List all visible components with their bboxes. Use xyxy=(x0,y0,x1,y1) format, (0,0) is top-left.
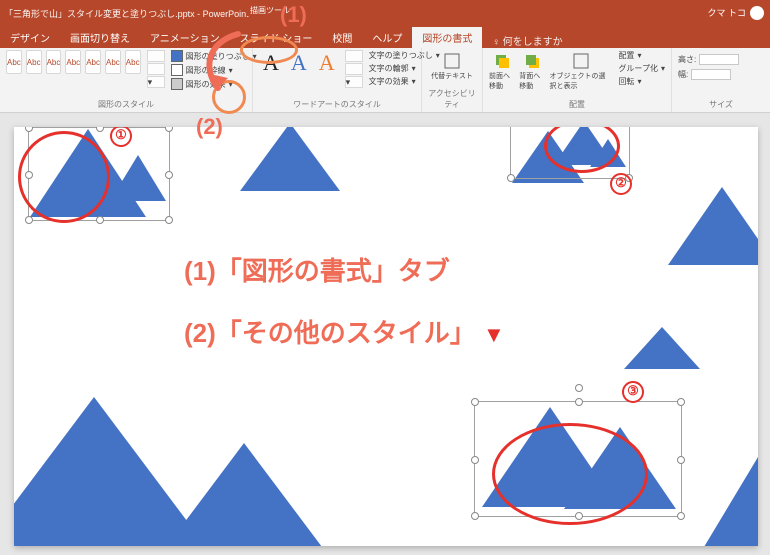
avatar[interactable] xyxy=(750,6,764,20)
rotate-button[interactable]: 回転 ▾ xyxy=(618,76,665,87)
shape-triangle[interactable] xyxy=(668,187,758,265)
ribbon-tabs: デザイン 画面切り替え アニメーション スライド ショー 校閲 ヘルプ 図形の書… xyxy=(0,26,770,48)
group-accessibility: 代替テキスト アクセシビリティ xyxy=(422,48,483,112)
bring-forward-button[interactable]: 前面へ移動 xyxy=(489,50,515,91)
selection-pane-button[interactable]: オブジェクトの選択と表示 xyxy=(549,50,612,91)
width-label: 幅: xyxy=(678,69,688,80)
select-label: オブジェクトの選択と表示 xyxy=(549,71,612,91)
tab-transitions[interactable]: 画面切り替え xyxy=(60,27,140,48)
shape-style-thumb[interactable]: Abc xyxy=(65,50,81,74)
shape-triangle[interactable] xyxy=(240,127,340,191)
group-size: 高さ: 幅: サイズ xyxy=(672,48,770,112)
shape-triangle[interactable] xyxy=(154,443,334,546)
alt-text-label: 代替テキスト xyxy=(431,71,473,81)
tell-me-search[interactable]: ♀ 何をしますか xyxy=(492,33,562,48)
shape-style-thumb[interactable]: Abc xyxy=(46,50,62,74)
group-button[interactable]: グループ化 ▾ xyxy=(618,63,665,74)
height-label: 高さ: xyxy=(678,54,696,65)
selection-box xyxy=(474,401,682,517)
gallery-more-button[interactable]: ▾ xyxy=(345,76,363,88)
shape-style-thumb[interactable]: Abc xyxy=(6,50,22,74)
arrange-list: 配置 ▾ グループ化 ▾ 回転 ▾ xyxy=(618,50,665,87)
rotate-label: 回転 xyxy=(618,76,634,87)
gallery-scroll-down[interactable] xyxy=(147,63,165,75)
ribbon: Abc Abc Abc Abc Abc Abc Abc ▾ 図形の塗りつぶし ▾… xyxy=(0,48,770,113)
front-label: 前面へ移動 xyxy=(489,71,515,91)
shape-style-thumb[interactable]: Abc xyxy=(125,50,141,74)
alt-text-icon xyxy=(443,52,461,70)
back-icon xyxy=(523,52,541,70)
shape-style-thumb[interactable]: Abc xyxy=(85,50,101,74)
width-row: 幅: xyxy=(678,69,731,80)
send-backward-button[interactable]: 背面へ移動 xyxy=(519,50,545,91)
select-icon xyxy=(572,52,590,70)
front-icon xyxy=(493,52,511,70)
gallery-scroll-up[interactable] xyxy=(147,50,165,62)
tab-shape-format[interactable]: 図形の書式 xyxy=(412,27,482,48)
effects-icon xyxy=(171,78,183,90)
width-input[interactable] xyxy=(691,69,731,80)
group-btn-label: グループ化 xyxy=(618,63,658,74)
align-button[interactable]: 配置 ▾ xyxy=(618,50,665,61)
slide[interactable]: ① ② ③ (1)「図形の書式」タブ (2)「その他のスタイル」 ▼ xyxy=(14,127,758,546)
wordart-style-thumb[interactable]: A xyxy=(315,50,339,76)
selection-box xyxy=(510,127,630,179)
group-label-size: サイズ xyxy=(678,99,764,112)
pen-icon xyxy=(171,64,183,76)
shape-style-thumb[interactable]: Abc xyxy=(26,50,42,74)
height-input[interactable] xyxy=(699,54,739,65)
tell-me-label: 何をしますか xyxy=(503,37,563,48)
down-triangle-icon: ▼ xyxy=(483,322,505,347)
group-label-wordart: ワードアートのスタイル xyxy=(259,99,415,112)
canvas-area: ① ② ③ (1)「図形の書式」タブ (2)「その他のスタイル」 ▼ xyxy=(14,127,756,546)
tab-help[interactable]: ヘルプ xyxy=(362,27,412,48)
text-outline-label: 文字の輪郭 xyxy=(369,63,409,74)
gallery-scroll-down[interactable] xyxy=(345,63,363,75)
group-arrange: 前面へ移動 背面へ移動 オブジェクトの選択と表示 配置 ▾ グループ化 ▾ 回転… xyxy=(483,48,672,112)
shape-style-thumb[interactable]: Abc xyxy=(105,50,121,74)
tool-context-label: 描画ツール xyxy=(246,5,294,16)
align-label: 配置 xyxy=(618,50,634,61)
gallery-scroll-up[interactable] xyxy=(345,50,363,62)
back-label: 背面へ移動 xyxy=(519,71,545,91)
file-name: 「三角形で山」スタイル変更と塗りつぶし.pptx - PowerPoint xyxy=(4,7,249,20)
shape-triangle[interactable] xyxy=(624,327,700,369)
tab-design[interactable]: デザイン xyxy=(0,27,60,48)
text-effects-label: 文字の効果 xyxy=(369,76,409,87)
alt-text-button[interactable]: 代替テキスト xyxy=(431,50,473,81)
height-row: 高さ: xyxy=(678,54,739,65)
tab-review[interactable]: 校閲 xyxy=(322,27,362,48)
shape-triangle[interactable] xyxy=(704,447,758,546)
annotation-text-1: (1)「図形の書式」タブ xyxy=(184,251,450,288)
annotation-text-2: (2)「その他のスタイル」 ▼ xyxy=(184,313,505,350)
group-label-access: アクセシビリティ xyxy=(428,88,476,112)
bucket-icon xyxy=(171,50,183,62)
gallery-more-button[interactable]: ▾ xyxy=(147,76,165,88)
user-name: クマ トコ xyxy=(707,6,746,19)
group-label-arrange: 配置 xyxy=(489,99,665,112)
annotation-number-3: ③ xyxy=(622,381,644,403)
annotation-arrow xyxy=(194,24,254,104)
selection-box xyxy=(28,127,170,221)
title-bar: 「三角形で山」スタイル変更と塗りつぶし.pptx - PowerPoint 描画… xyxy=(0,0,770,26)
